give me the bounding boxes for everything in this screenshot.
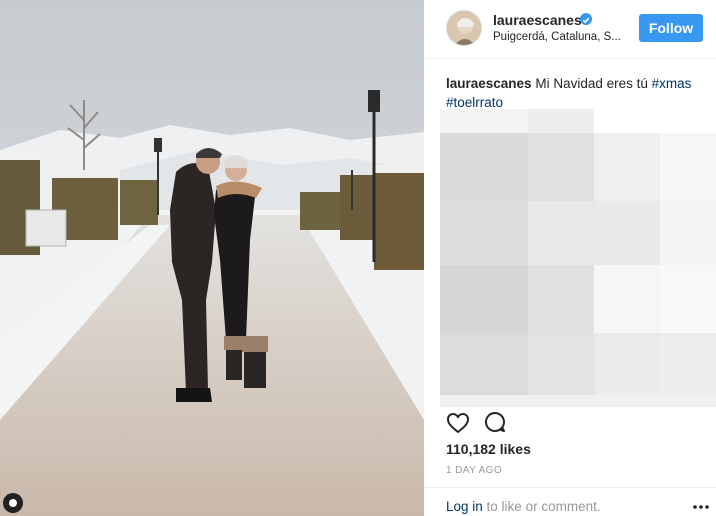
comment-icon[interactable]	[484, 411, 506, 433]
post-header: lauraescanes Puigcerdá, Cataluna, S... F…	[424, 0, 716, 58]
avatar-image	[447, 11, 481, 45]
camera-icon	[3, 493, 23, 513]
heart-icon[interactable]	[446, 411, 470, 435]
more-options-icon[interactable]	[692, 500, 710, 514]
couple-snow-photo	[0, 0, 424, 516]
verified-badge-icon	[580, 13, 592, 25]
header-divider	[424, 58, 716, 59]
post-actions	[446, 411, 546, 437]
post-photo[interactable]	[0, 0, 424, 516]
follow-button[interactable]: Follow	[639, 14, 703, 42]
login-link[interactable]: Log in	[446, 499, 483, 514]
login-prompt: Log in to like or comment.	[446, 499, 601, 514]
caption-username-link[interactable]: lauraescanes	[446, 76, 532, 91]
post-sidebar: lauraescanes Puigcerdá, Cataluna, S... F…	[424, 0, 716, 516]
username-link[interactable]: lauraescanes	[493, 12, 582, 28]
avatar[interactable]	[446, 10, 482, 46]
hashtag-link[interactable]: #toelrrato	[446, 95, 503, 110]
location-link[interactable]: Puigcerdá, Cataluna, S...	[493, 31, 625, 43]
login-suffix-text: to like or comment.	[482, 499, 601, 514]
caption-text: Mi Navidad eres tú	[535, 76, 648, 91]
obscured-comments	[440, 109, 716, 407]
post-timestamp[interactable]: 1 DAY AGO	[446, 465, 502, 476]
post-caption: lauraescanes Mi Navidad eres tú #xmas #t…	[446, 74, 708, 112]
pixelation-mosaic	[440, 109, 716, 407]
likes-count[interactable]: 110,182 likes	[446, 441, 531, 457]
hashtag-link[interactable]: #xmas	[652, 76, 692, 91]
footer-divider	[424, 487, 716, 488]
